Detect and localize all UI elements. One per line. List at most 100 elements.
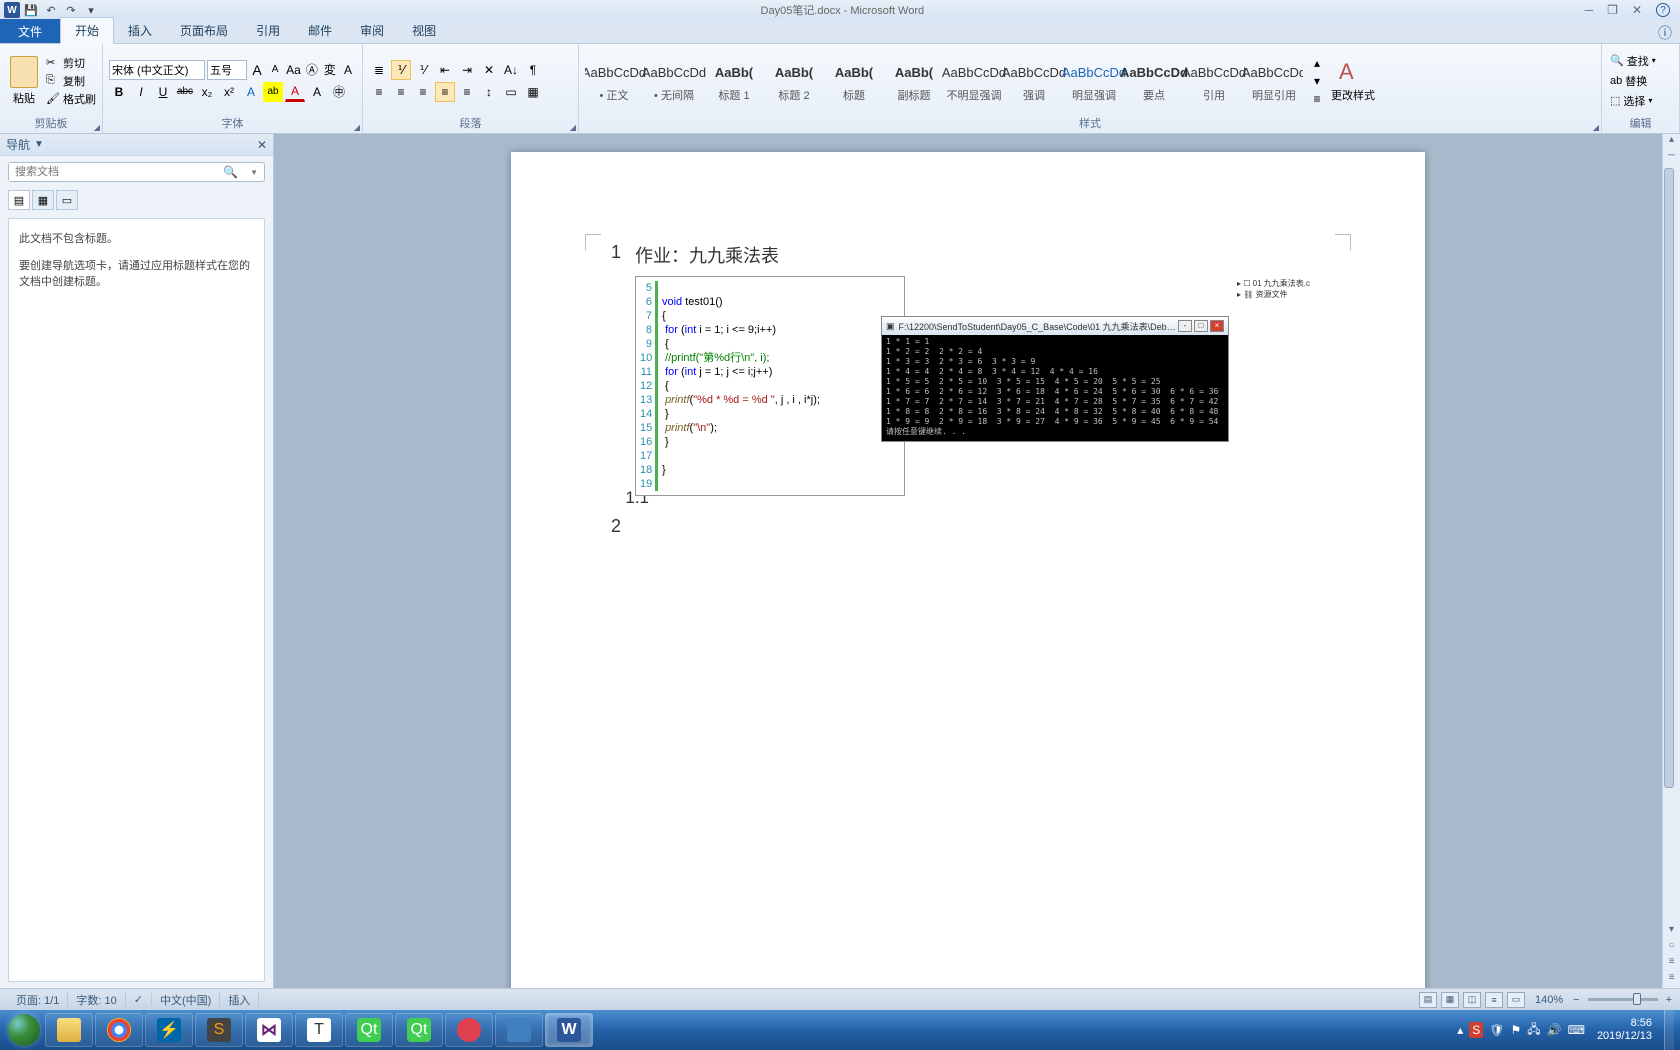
minimize-button[interactable]: ─: [1585, 3, 1594, 17]
borders-button[interactable]: ▦: [523, 82, 543, 102]
subscript-button[interactable]: x₂: [197, 82, 217, 102]
task-qt2[interactable]: Qt: [395, 1013, 443, 1047]
document-area[interactable]: 1 作业：九九乘法表 56void test01()7{8 for (int i…: [274, 134, 1662, 988]
grow-font-button[interactable]: A: [249, 60, 265, 80]
tray-clock[interactable]: 8:56 2019/12/13: [1591, 1017, 1658, 1043]
change-styles-button[interactable]: A 更改样式: [1331, 59, 1375, 103]
style-item[interactable]: AaBbCcDd• 无间隔: [645, 52, 703, 110]
styles-gallery[interactable]: AaBbCcDd• 正文AaBbCcDd• 无间隔AaBb(标题 1AaBb(标…: [585, 50, 1303, 112]
show-desktop-button[interactable]: [1664, 1010, 1674, 1050]
view-draft-button[interactable]: ▭: [1507, 992, 1525, 1008]
doc-split-icon[interactable]: ─: [1664, 150, 1680, 166]
line-spacing-button[interactable]: ↕: [479, 82, 499, 102]
status-words[interactable]: 字数: 10: [68, 992, 125, 1008]
prev-page-icon[interactable]: ≡: [1664, 956, 1680, 972]
nav-dropdown-icon[interactable]: ▼: [34, 139, 44, 150]
char-shading-button[interactable]: A: [307, 82, 327, 102]
task-explorer[interactable]: [45, 1013, 93, 1047]
task-app-3[interactable]: [495, 1013, 543, 1047]
style-item[interactable]: AaBb(标题 1: [705, 52, 763, 110]
tab-home[interactable]: 开始: [60, 17, 114, 44]
paragraph-launcher-icon[interactable]: ◢: [570, 123, 576, 132]
align-left-button[interactable]: ≡: [369, 82, 389, 102]
maximize-button[interactable]: ❐: [1607, 3, 1618, 17]
zoom-slider[interactable]: [1588, 998, 1658, 1001]
align-right-button[interactable]: ≡: [413, 82, 433, 102]
tray-flag-icon[interactable]: ⚑: [1511, 1023, 1522, 1037]
style-item[interactable]: AaBbCcDd要点: [1125, 52, 1183, 110]
increase-indent-button[interactable]: ⇥: [457, 60, 477, 80]
task-visual-studio[interactable]: ⋈: [245, 1013, 293, 1047]
shrink-font-button[interactable]: A: [267, 60, 283, 80]
task-notepad[interactable]: T: [295, 1013, 343, 1047]
status-proofing-icon[interactable]: ✓: [126, 993, 152, 1006]
tab-file[interactable]: 文件: [0, 19, 60, 43]
style-item[interactable]: AaBbCcDd• 正文: [585, 52, 643, 110]
view-outline-button[interactable]: ≡: [1485, 992, 1503, 1008]
undo-icon[interactable]: ↶: [42, 1, 60, 19]
status-insert-mode[interactable]: 插入: [220, 992, 259, 1008]
task-app-1[interactable]: ⚡: [145, 1013, 193, 1047]
help-button[interactable]: ?: [1656, 3, 1670, 17]
text-effects-button[interactable]: A: [241, 82, 261, 102]
decrease-indent-button[interactable]: ⇤: [435, 60, 455, 80]
font-name-combo[interactable]: [109, 60, 205, 80]
task-app-2[interactable]: [445, 1013, 493, 1047]
style-item[interactable]: AaBbCcDd明显引用: [1245, 52, 1303, 110]
select-button[interactable]: ⬚选择▾: [1608, 92, 1658, 110]
clear-formatting-button[interactable]: Ⓐ: [304, 60, 320, 80]
show-marks-button[interactable]: ¶: [523, 60, 543, 80]
view-web-button[interactable]: ◫: [1463, 992, 1481, 1008]
ribbon-help-icon[interactable]: ⓘ: [1658, 23, 1680, 43]
asian-layout-button[interactable]: ✕: [479, 60, 499, 80]
styles-scroll-up-icon[interactable]: ▴: [1307, 54, 1327, 72]
tray-up-icon[interactable]: ▴: [1457, 1023, 1463, 1037]
next-page-icon[interactable]: ≡: [1664, 972, 1680, 988]
task-chrome[interactable]: [95, 1013, 143, 1047]
styles-more-icon[interactable]: ≡: [1307, 90, 1327, 108]
scroll-thumb[interactable]: [1664, 168, 1674, 788]
tray-volume-icon[interactable]: 🔊: [1547, 1023, 1562, 1037]
cut-button[interactable]: ✂剪切: [46, 55, 96, 71]
replace-button[interactable]: ab替换: [1608, 72, 1658, 90]
nav-search-input[interactable]: [9, 163, 217, 181]
shading-button[interactable]: ▭: [501, 82, 521, 102]
highlight-button[interactable]: ab: [263, 82, 283, 102]
start-button[interactable]: [4, 1010, 44, 1050]
style-item[interactable]: AaBb(标题 2: [765, 52, 823, 110]
search-dropdown-icon[interactable]: ▼: [244, 168, 264, 177]
tray-lang-icon[interactable]: ⌨: [1568, 1023, 1585, 1037]
bullets-button[interactable]: ≣: [369, 60, 389, 80]
task-qt[interactable]: Qt: [345, 1013, 393, 1047]
nav-tab-pages[interactable]: ▦: [32, 190, 54, 210]
console-screenshot[interactable]: ▣ F:\12200\SendToStudent\Day05_C_Base\Co…: [881, 316, 1229, 442]
tray-network-icon[interactable]: 🖧: [1527, 1020, 1540, 1041]
zoom-knob[interactable]: [1633, 993, 1641, 1005]
numbering-button[interactable]: ⅟: [391, 60, 411, 80]
page[interactable]: 1 作业：九九乘法表 56void test01()7{8 for (int i…: [511, 152, 1425, 988]
zoom-in-button[interactable]: +: [1666, 994, 1672, 1006]
styles-scroll-down-icon[interactable]: ▾: [1307, 72, 1327, 90]
search-icon[interactable]: 🔍: [217, 165, 244, 179]
vertical-scrollbar[interactable]: ▴ ─ ▾ ○ ≡ ≡: [1662, 134, 1680, 988]
status-page[interactable]: 页面: 1/1: [8, 992, 68, 1008]
strikethrough-button[interactable]: abc: [175, 82, 195, 102]
style-item[interactable]: AaBbCcDd引用: [1185, 52, 1243, 110]
tray-ime-icon[interactable]: S: [1469, 1022, 1483, 1038]
style-item[interactable]: AaBb(标题: [825, 52, 883, 110]
tab-layout[interactable]: 页面布局: [166, 18, 242, 43]
task-sublime[interactable]: S: [195, 1013, 243, 1047]
scroll-track[interactable]: [1664, 166, 1680, 924]
code-screenshot[interactable]: 56void test01()7{8 for (int i = 1; i <= …: [635, 276, 905, 496]
font-size-combo[interactable]: [207, 60, 247, 80]
align-center-button[interactable]: ≡: [391, 82, 411, 102]
task-word[interactable]: W: [545, 1013, 593, 1047]
align-justify-button[interactable]: ≡: [435, 82, 455, 102]
char-border-button[interactable]: A: [340, 60, 356, 80]
font-color-button[interactable]: A: [285, 82, 305, 102]
view-print-layout-button[interactable]: ▤: [1419, 992, 1437, 1008]
nav-close-icon[interactable]: ✕: [257, 138, 267, 152]
tray-shield-icon[interactable]: 🛡: [1489, 1023, 1504, 1037]
browse-object-icon[interactable]: ○: [1664, 940, 1680, 956]
style-item[interactable]: AaBbCcDd明显强调: [1065, 52, 1123, 110]
